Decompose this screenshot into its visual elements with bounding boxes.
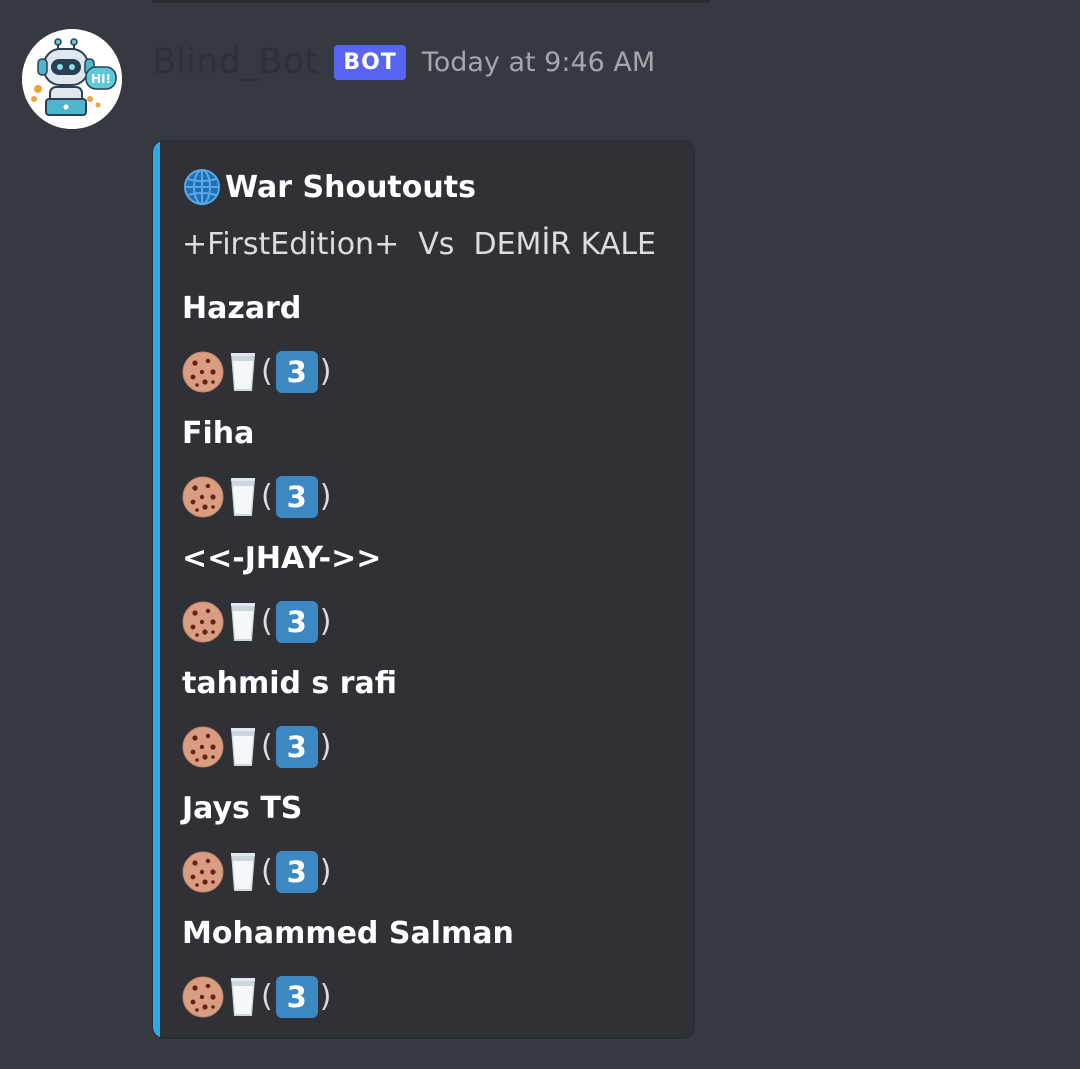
shoutout-name: Mohammed Salman — [182, 916, 514, 951]
milk-glass-icon — [231, 478, 255, 516]
shoutout-name: Fiha — [182, 416, 255, 451]
milk-glass-icon — [231, 853, 255, 891]
paren-close: ) — [319, 479, 332, 514]
shoutout-name: <<-JHAY->> — [182, 541, 382, 576]
paren-open: ( — [261, 604, 273, 639]
message-header: Blind_Bot BOT Today at 9:46 AM — [152, 38, 655, 86]
embed-accent-bar — [153, 141, 160, 1038]
paren-open: ( — [261, 729, 273, 764]
chat-message: HI! Blind_Bot BOT Today at 9:46 AM War S… — [0, 0, 1080, 1069]
embed-description: +FirstEdition+ Vs DEMİR KALE — [182, 227, 657, 262]
embed-title-text: War Shoutouts — [225, 169, 476, 205]
paren-close: ) — [319, 854, 332, 889]
milk-glass-icon — [231, 978, 255, 1016]
cookie-icon — [182, 726, 224, 768]
username[interactable]: Blind_Bot — [152, 42, 318, 82]
shoutout-name: tahmid s rafi — [182, 666, 397, 701]
embed: War Shoutouts +FirstEdition+ Vs DEMİR KA… — [152, 140, 695, 1039]
paren-open: ( — [261, 479, 273, 514]
paren-close: ) — [319, 979, 332, 1014]
shoutout-emojis: ( 3 ) — [182, 350, 331, 394]
bot-tag: BOT — [334, 44, 406, 80]
shoutout-emojis: ( 3 ) — [182, 725, 331, 769]
keycap-number: 3 — [275, 851, 318, 893]
shoutout-name: Hazard — [182, 291, 302, 326]
shoutout-emojis: ( 3 ) — [182, 475, 331, 519]
cookie-icon — [182, 976, 224, 1018]
shoutout-emojis: ( 3 ) — [182, 975, 331, 1019]
cookie-icon — [182, 601, 224, 643]
globe-icon — [184, 169, 220, 205]
cookie-icon — [182, 351, 224, 393]
keycap-number: 3 — [275, 476, 318, 518]
milk-glass-icon — [231, 603, 255, 641]
milk-glass-icon — [231, 728, 255, 766]
keycap-number: 3 — [275, 726, 318, 768]
paren-open: ( — [261, 979, 273, 1014]
shoutout-name: Jays TS — [182, 791, 303, 826]
shoutout-emojis: ( 3 ) — [182, 850, 331, 894]
cookie-icon — [182, 851, 224, 893]
paren-open: ( — [261, 354, 273, 389]
keycap-number: 3 — [275, 601, 318, 643]
paren-close: ) — [319, 354, 332, 389]
paren-open: ( — [261, 854, 273, 889]
paren-close: ) — [319, 729, 332, 764]
paren-close: ) — [319, 604, 332, 639]
keycap-number: 3 — [275, 351, 318, 393]
keycap-number: 3 — [275, 976, 318, 1018]
milk-glass-icon — [231, 353, 255, 391]
svg-text:HI!: HI! — [91, 72, 111, 86]
shoutout-emojis: ( 3 ) — [182, 600, 331, 644]
timestamp[interactable]: Today at 9:46 AM — [422, 47, 655, 78]
cookie-icon — [182, 476, 224, 518]
robot-hi-icon: HI! — [22, 29, 122, 129]
embed-title: War Shoutouts — [182, 167, 476, 207]
avatar[interactable]: HI! — [22, 29, 122, 129]
